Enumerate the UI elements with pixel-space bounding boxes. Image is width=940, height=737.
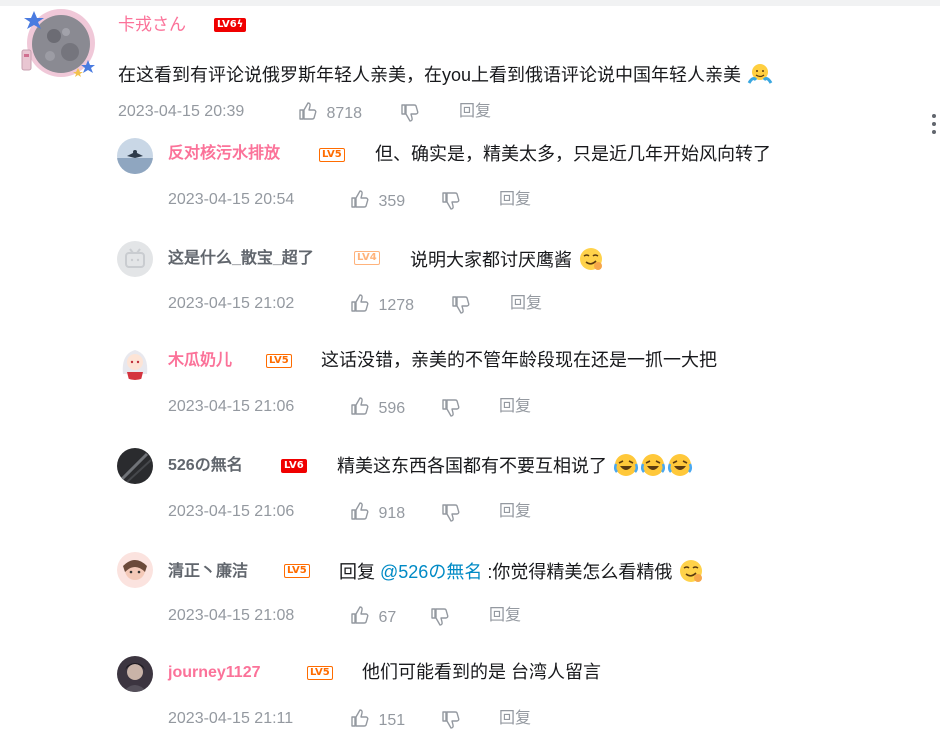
reply-time: 2023-04-15 21:08	[168, 607, 295, 624]
level-badge: LV5	[319, 148, 345, 162]
smirk-emoji-icon	[580, 248, 603, 270]
reply-body: 精美这东西各国都有不要互相说了	[337, 456, 607, 476]
thumbs-down-icon[interactable]	[430, 607, 450, 627]
like-button[interactable]: 918	[350, 501, 405, 525]
more-options-icon[interactable]	[926, 112, 940, 136]
avatar-bird[interactable]	[117, 138, 153, 174]
thumbs-up-icon	[351, 397, 369, 415]
reply-button[interactable]: 回复	[499, 708, 531, 730]
avatar-cartoon[interactable]	[117, 552, 153, 588]
like-count: 359	[378, 193, 406, 210]
reply-button[interactable]: 回复	[499, 189, 531, 211]
like-count: 67	[378, 609, 397, 626]
reply-body: 说明大家都讨厌鹰酱	[410, 250, 572, 270]
top-divider	[0, 0, 940, 6]
main-comment-text: 在这看到有评论说俄罗斯年轻人亲美，在you上看到俄语评论说中国年轻人亲美	[118, 61, 773, 88]
level-badge: LV5	[284, 564, 310, 578]
thumbs-up-icon	[299, 102, 317, 120]
like-count: 151	[378, 712, 406, 729]
reply-username[interactable]: 木瓜奶儿	[168, 350, 232, 372]
thumbs-up-icon	[351, 606, 369, 624]
like-button[interactable]: 1278	[350, 293, 414, 317]
reply-username[interactable]: journey1127	[168, 662, 261, 684]
like-button[interactable]: 359	[350, 189, 405, 213]
thumbs-up-icon	[351, 190, 369, 208]
reply-button[interactable]: 回复	[499, 501, 531, 523]
thumbs-up-icon	[351, 294, 369, 312]
reply-text: 但、确实是，精美太多，只是近几年开始风向转了	[375, 142, 771, 166]
reply-text: 这话没错，亲美的不管年龄段现在还是一抓一大把	[321, 348, 717, 372]
comment-time: 2023-04-15 20:39	[118, 103, 245, 120]
reply-button[interactable]: 回复	[499, 396, 531, 418]
reply-username[interactable]: 清正丶廉洁	[168, 561, 248, 583]
level-badge-text: LV6	[217, 19, 237, 30]
shrug-emoji-icon	[747, 64, 773, 84]
like-count: 1278	[378, 297, 415, 314]
like-count: 8718	[326, 105, 363, 122]
like-count: 918	[378, 505, 406, 522]
mention-link[interactable]: @526の無名	[380, 562, 482, 582]
thumbs-down-icon[interactable]	[441, 398, 461, 418]
reply-body: 他们可能看到的是 台湾人留言	[362, 662, 601, 682]
thumbs-down-icon[interactable]	[441, 503, 461, 523]
avatar-anime-girl[interactable]	[117, 344, 153, 380]
avatar-portrait[interactable]	[117, 656, 153, 692]
thumbs-down-icon[interactable]	[400, 103, 420, 123]
user-avatar-planet[interactable]	[14, 8, 96, 78]
like-count: 596	[378, 400, 406, 417]
reply-time: 2023-04-15 21:02	[168, 295, 295, 312]
reply-username[interactable]: 526の無名	[168, 455, 243, 477]
laugh-cry-emoji-icon	[667, 454, 693, 476]
level-badge: LV5	[266, 354, 292, 368]
reply-username[interactable]: 这是什么_散宝_超了	[168, 248, 314, 270]
reply-text: 精美这东西各国都有不要互相说了	[337, 452, 693, 478]
reply-time: 2023-04-15 21:11	[168, 710, 294, 727]
level-badge: LV6	[281, 459, 307, 473]
reply-time: 2023-04-15 21:06	[168, 503, 295, 520]
level-badge: LV5	[307, 666, 333, 680]
reply-button[interactable]: 回复	[510, 293, 542, 315]
thumbs-down-icon[interactable]	[441, 191, 461, 211]
reply-prefix: 回复	[339, 562, 381, 582]
like-button[interactable]: 151	[350, 708, 405, 732]
thumbs-down-icon[interactable]	[441, 710, 461, 730]
reply-body: 但、确实是，精美太多，只是近几年开始风向转了	[375, 144, 771, 164]
reply-time: 2023-04-15 20:54	[168, 191, 295, 208]
level-badge: LV4	[354, 251, 380, 265]
avatar-default-tv[interactable]	[117, 241, 153, 277]
level-badge: LV6ϟ	[214, 18, 247, 32]
reply-text: 他们可能看到的是 台湾人留言	[362, 660, 601, 684]
comment-body: 在这看到有评论说俄罗斯年轻人亲美，在you上看到俄语评论说中国年轻人亲美	[118, 65, 742, 85]
smirk-emoji-icon	[680, 560, 703, 582]
thumbs-up-icon	[351, 502, 369, 520]
thumbs-down-icon[interactable]	[451, 295, 471, 315]
thumbs-up-icon	[351, 709, 369, 727]
reply-button[interactable]: 回复	[459, 101, 491, 123]
laugh-cry-emoji-icon	[640, 454, 666, 476]
laugh-cry-emoji-icon	[613, 454, 639, 476]
reply-text: 回复 @526の無名 :你觉得精美怎么看精俄	[339, 558, 704, 584]
main-username[interactable]: 卡戎さん	[118, 13, 186, 37]
like-button[interactable]: 67	[350, 605, 396, 629]
reply-body: :你觉得精美怎么看精俄	[482, 562, 673, 582]
lightning-icon: ϟ	[236, 19, 244, 30]
reply-username[interactable]: 反对核污水排放	[168, 143, 280, 165]
reply-time: 2023-04-15 21:06	[168, 398, 295, 415]
like-button[interactable]: 596	[350, 396, 405, 420]
reply-text: 说明大家都讨厌鹰酱	[410, 246, 604, 272]
avatar-dark[interactable]	[117, 448, 153, 484]
reply-button[interactable]: 回复	[489, 605, 521, 627]
reply-body: 这话没错，亲美的不管年龄段现在还是一抓一大把	[321, 350, 717, 370]
like-button[interactable]: 8718	[298, 101, 362, 125]
